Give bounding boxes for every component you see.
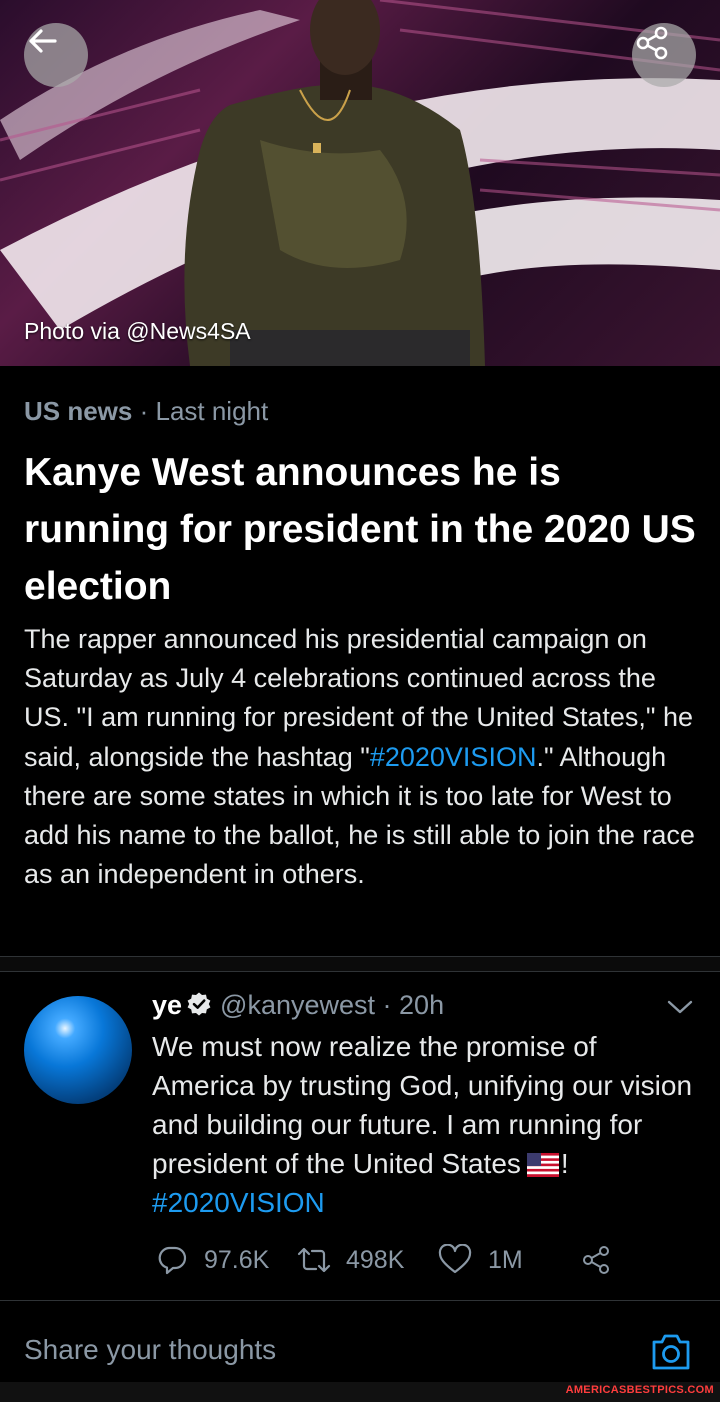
- tweet-meta-separator: ·: [375, 990, 400, 1020]
- hero-photo: Photo via @News4SA: [0, 0, 720, 366]
- compose-input[interactable]: Share your thoughts: [24, 1334, 276, 1366]
- chevron-down-icon[interactable]: [666, 998, 694, 1016]
- like-button[interactable]: 1M: [438, 1244, 523, 1276]
- section-divider: [0, 956, 720, 972]
- article-time: Last night: [155, 396, 269, 426]
- reply-button[interactable]: 97.6K: [156, 1244, 269, 1276]
- tweet-handle[interactable]: @kanyewest: [220, 990, 375, 1020]
- camera-button[interactable]: [650, 1332, 692, 1372]
- retweet-count: 498K: [346, 1245, 405, 1274]
- hero-illustration: [0, 0, 720, 366]
- tweet-share-button[interactable]: [580, 1244, 612, 1276]
- article-meta: US news · Last night: [24, 396, 268, 427]
- like-count: 1M: [488, 1245, 523, 1274]
- arrow-left-icon: [29, 29, 57, 53]
- tweet-header: ye @kanyewest · 20h: [152, 990, 444, 1021]
- article-category[interactable]: US news: [24, 396, 132, 426]
- tweet-text-body: We must now realize the promise of Ameri…: [152, 1031, 693, 1179]
- tweet-text: We must now realize the promise of Ameri…: [152, 1027, 702, 1222]
- tweet-text-punctuation: !: [560, 1148, 569, 1179]
- share-icon: [583, 1246, 609, 1274]
- retweet-button[interactable]: 498K: [296, 1244, 404, 1276]
- tweet-hashtag-link[interactable]: #2020VISION: [152, 1187, 325, 1218]
- meta-separator: ·: [132, 396, 156, 426]
- reply-count: 97.6K: [204, 1245, 270, 1274]
- us-flag-emoji-icon: [526, 1153, 559, 1177]
- tweet-time: 20h: [399, 990, 445, 1020]
- tweet-author-name[interactable]: ye: [152, 990, 182, 1020]
- retweet-icon: [297, 1247, 331, 1273]
- watermark: AMERICASBESTPICS.COM: [565, 1384, 714, 1396]
- avatar[interactable]: [24, 996, 132, 1104]
- article-headline: Kanye West announces he is running for p…: [24, 451, 696, 608]
- article-summary: The rapper announced his presidential ca…: [24, 620, 704, 894]
- photo-credit: Photo via @News4SA: [24, 318, 251, 344]
- reply-icon: [158, 1246, 187, 1275]
- summary-hashtag-link[interactable]: #2020VISION: [370, 742, 537, 772]
- share-icon: [636, 26, 668, 60]
- share-button[interactable]: [632, 23, 696, 87]
- compose-divider: [0, 1300, 720, 1301]
- verified-badge-icon: [187, 992, 211, 1016]
- heart-icon: [438, 1244, 472, 1274]
- back-button[interactable]: [24, 23, 88, 87]
